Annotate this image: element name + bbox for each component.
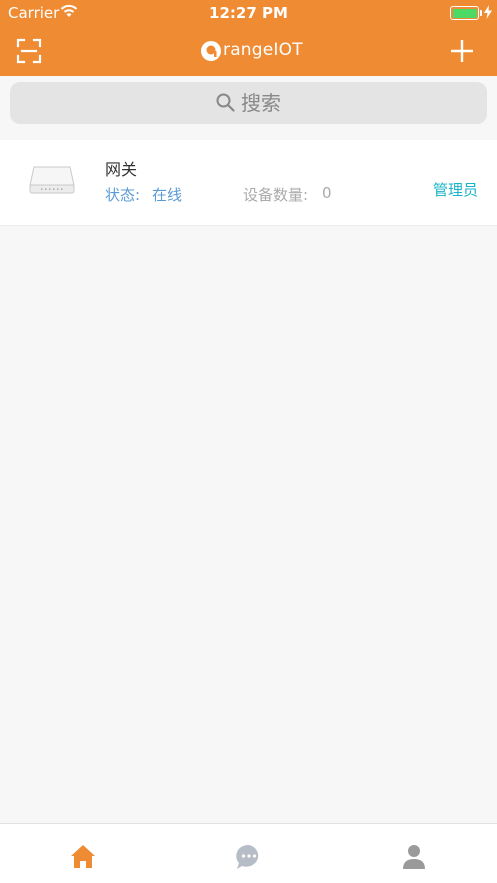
device-role-badge[interactable]: 管理员 xyxy=(433,179,478,200)
search-placeholder: 搜索 xyxy=(241,91,281,115)
gateway-icon xyxy=(29,166,75,194)
home-icon[interactable] xyxy=(68,842,98,872)
plus-icon[interactable] xyxy=(449,38,475,64)
battery-icon xyxy=(450,6,479,20)
search-icon xyxy=(216,93,235,112)
tab-bar xyxy=(0,823,497,883)
chat-icon[interactable] xyxy=(234,842,264,872)
status-bar: Carrier 12:27 PM xyxy=(0,0,497,26)
device-state-label: 状态: xyxy=(105,186,141,204)
clock: 12:27 PM xyxy=(209,4,288,22)
app-header: Carrier 12:27 PM rangeIOT xyxy=(0,0,497,76)
battery-tip xyxy=(480,10,482,16)
charging-icon xyxy=(484,5,492,19)
device-card[interactable]: 网关 状态: 在线 设备数量: 0 管理员 xyxy=(0,140,497,226)
device-count-value: 0 xyxy=(322,184,332,202)
device-name: 网关 xyxy=(105,160,138,179)
app-logo: rangeIOT xyxy=(200,38,303,64)
scan-icon[interactable] xyxy=(16,38,42,64)
search-bar[interactable]: 搜索 xyxy=(10,82,487,124)
logo-text: rangeIOT xyxy=(223,40,303,60)
device-state-value: 在线 xyxy=(152,186,183,204)
user-icon[interactable] xyxy=(399,842,429,872)
device-count-label: 设备数量: xyxy=(243,186,309,204)
